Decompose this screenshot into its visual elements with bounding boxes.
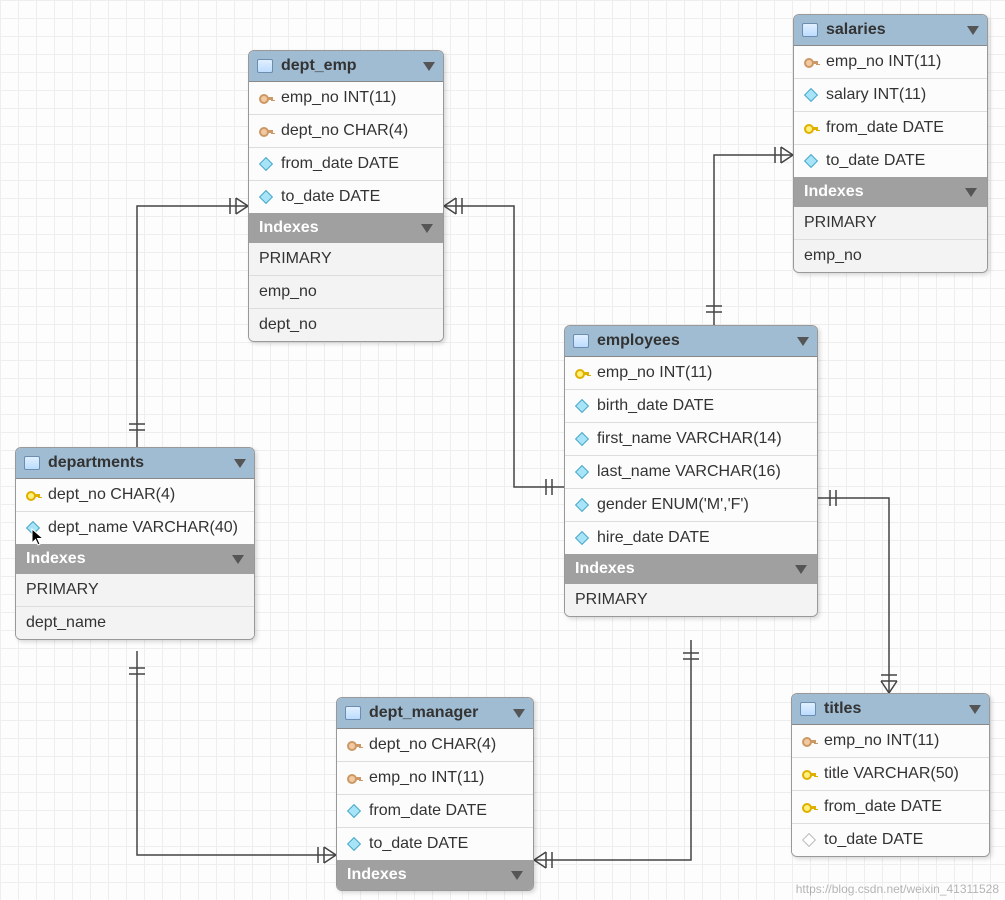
- table-title: dept_emp: [281, 57, 415, 75]
- column-row[interactable]: dept_no CHAR(4): [16, 479, 254, 512]
- column-row[interactable]: emp_no INT(11): [792, 725, 989, 758]
- column-icon: [26, 521, 40, 535]
- column-row[interactable]: from_date DATE: [792, 791, 989, 824]
- column-row[interactable]: emp_no INT(11): [794, 46, 987, 79]
- column-icon: [575, 432, 589, 446]
- indexes-header[interactable]: Indexes: [337, 860, 533, 890]
- column-icon: [259, 157, 273, 171]
- index-row[interactable]: PRIMARY: [794, 207, 987, 240]
- column-row[interactable]: title VARCHAR(50): [792, 758, 989, 791]
- column-row[interactable]: from_date DATE: [794, 112, 987, 145]
- column-icon: [575, 399, 589, 413]
- column-row[interactable]: dept_name VARCHAR(40): [16, 512, 254, 544]
- index-row[interactable]: PRIMARY: [249, 243, 443, 276]
- column-row[interactable]: emp_no INT(11): [337, 762, 533, 795]
- column-row[interactable]: to_date DATE: [792, 824, 989, 856]
- table-header[interactable]: dept_manager: [337, 698, 533, 729]
- column-icon: [347, 804, 361, 818]
- column-row[interactable]: emp_no INT(11): [249, 82, 443, 115]
- chevron-down-icon[interactable]: [967, 26, 979, 35]
- chevron-down-icon: [232, 555, 244, 564]
- chevron-down-icon[interactable]: [234, 459, 246, 468]
- chevron-down-icon[interactable]: [969, 705, 981, 714]
- column-icon: [575, 531, 589, 545]
- chevron-down-icon: [965, 188, 977, 197]
- column-icon: [575, 498, 589, 512]
- pk-key-icon: [575, 366, 589, 380]
- column-icon: [259, 190, 273, 204]
- table-title: departments: [48, 454, 226, 472]
- table-header[interactable]: salaries: [794, 15, 987, 46]
- chevron-down-icon[interactable]: [423, 62, 435, 71]
- column-row[interactable]: to_date DATE: [794, 145, 987, 177]
- table-icon: [800, 702, 816, 716]
- chevron-down-icon[interactable]: [797, 337, 809, 346]
- chevron-down-icon: [511, 871, 523, 880]
- column-row[interactable]: to_date DATE: [337, 828, 533, 860]
- table-icon: [802, 23, 818, 37]
- column-icon: [347, 837, 361, 851]
- table-header[interactable]: titles: [792, 694, 989, 725]
- column-icon: [804, 154, 818, 168]
- table-title: dept_manager: [369, 704, 505, 722]
- indexes-header[interactable]: Indexes: [16, 544, 254, 574]
- chevron-down-icon[interactable]: [513, 709, 525, 718]
- fk-key-icon: [347, 738, 361, 752]
- table-header[interactable]: employees: [565, 326, 817, 357]
- column-list: emp_no INT(11) dept_no CHAR(4) from_date…: [249, 82, 443, 213]
- table-dept-manager[interactable]: dept_manager dept_no CHAR(4) emp_no INT(…: [336, 697, 534, 891]
- table-icon: [24, 456, 40, 470]
- index-row[interactable]: emp_no: [794, 240, 987, 272]
- table-departments[interactable]: departments dept_no CHAR(4) dept_name VA…: [15, 447, 255, 640]
- column-row[interactable]: gender ENUM('M','F'): [565, 489, 817, 522]
- column-icon: [575, 465, 589, 479]
- table-salaries[interactable]: salaries emp_no INT(11) salary INT(11) f…: [793, 14, 988, 273]
- table-icon: [345, 706, 361, 720]
- table-employees[interactable]: employees emp_no INT(11) birth_date DATE…: [564, 325, 818, 617]
- chevron-down-icon: [795, 565, 807, 574]
- table-title: salaries: [826, 21, 959, 39]
- fk-key-icon: [259, 91, 273, 105]
- column-row[interactable]: from_date DATE: [337, 795, 533, 828]
- column-row[interactable]: dept_no CHAR(4): [249, 115, 443, 148]
- column-row[interactable]: to_date DATE: [249, 181, 443, 213]
- index-row[interactable]: dept_name: [16, 607, 254, 639]
- index-row[interactable]: dept_no: [249, 309, 443, 341]
- table-header[interactable]: dept_emp: [249, 51, 443, 82]
- table-titles[interactable]: titles emp_no INT(11) title VARCHAR(50) …: [791, 693, 990, 857]
- index-row[interactable]: emp_no: [249, 276, 443, 309]
- pk-key-icon: [26, 488, 40, 502]
- table-icon: [573, 334, 589, 348]
- index-row[interactable]: PRIMARY: [565, 584, 817, 616]
- table-title: employees: [597, 332, 789, 350]
- column-row[interactable]: hire_date DATE: [565, 522, 817, 554]
- pk-key-icon: [802, 800, 816, 814]
- column-row[interactable]: last_name VARCHAR(16): [565, 456, 817, 489]
- column-row[interactable]: salary INT(11): [794, 79, 987, 112]
- column-row[interactable]: from_date DATE: [249, 148, 443, 181]
- pk-key-icon: [804, 121, 818, 135]
- fk-key-icon: [259, 124, 273, 138]
- table-header[interactable]: departments: [16, 448, 254, 479]
- column-icon: [802, 833, 816, 847]
- indexes-header[interactable]: Indexes: [565, 554, 817, 584]
- table-dept-emp[interactable]: dept_emp emp_no INT(11) dept_no CHAR(4) …: [248, 50, 444, 342]
- fk-key-icon: [802, 734, 816, 748]
- column-row[interactable]: dept_no CHAR(4): [337, 729, 533, 762]
- indexes-header[interactable]: Indexes: [249, 213, 443, 243]
- table-icon: [257, 59, 273, 73]
- chevron-down-icon: [421, 224, 433, 233]
- watermark: https://blog.csdn.net/weixin_41311528: [796, 882, 999, 896]
- column-icon: [804, 88, 818, 102]
- index-row[interactable]: PRIMARY: [16, 574, 254, 607]
- fk-key-icon: [347, 771, 361, 785]
- indexes-header[interactable]: Indexes: [794, 177, 987, 207]
- column-row[interactable]: birth_date DATE: [565, 390, 817, 423]
- column-row[interactable]: emp_no INT(11): [565, 357, 817, 390]
- column-row[interactable]: first_name VARCHAR(14): [565, 423, 817, 456]
- table-title: titles: [824, 700, 961, 718]
- fk-key-icon: [804, 55, 818, 69]
- pk-key-icon: [802, 767, 816, 781]
